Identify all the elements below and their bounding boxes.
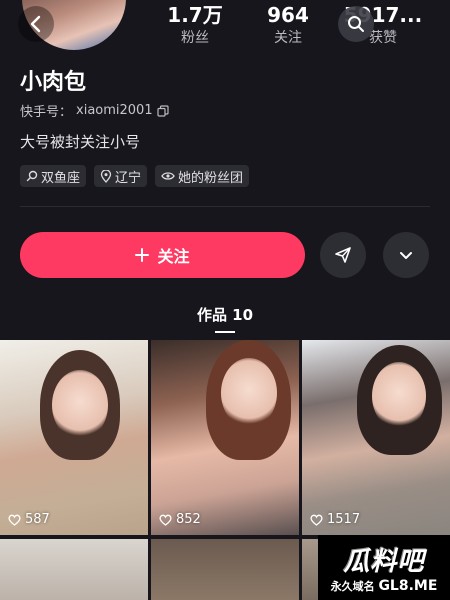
tab-works[interactable]: 作品 10 — [0, 304, 450, 325]
follow-button-label: 关注 — [157, 247, 190, 266]
video-thumbnail[interactable]: 587 — [0, 340, 148, 535]
video-likes-count: 852 — [176, 512, 201, 527]
tab-works-indicator — [215, 331, 235, 333]
watermark: 瓜料吧 永久域名 GL8.ME — [318, 535, 450, 600]
eye-icon — [161, 172, 175, 180]
watermark-domain: GL8.ME — [378, 578, 438, 594]
chevron-left-icon — [30, 15, 41, 33]
tag-location[interactable]: 辽宁 — [94, 165, 148, 187]
search-icon — [348, 16, 364, 32]
watermark-tagline: 永久域名 — [330, 580, 375, 593]
profile-tags: 双鱼座 辽宁 她的粉丝团 — [20, 165, 250, 187]
video-thumbnail[interactable]: 852 — [151, 340, 299, 535]
video-likes: 587 — [8, 512, 50, 527]
profile-name: 小肉包 — [20, 70, 87, 95]
search-button[interactable] — [338, 6, 374, 42]
video-thumbnail[interactable] — [0, 539, 148, 600]
video-likes-count: 587 — [25, 512, 50, 527]
user-id-row: 快手号： xiaomi2001 — [20, 101, 169, 120]
more-button[interactable] — [383, 232, 429, 278]
video-likes: 852 — [159, 512, 201, 527]
back-button[interactable] — [18, 6, 54, 42]
heart-icon — [310, 514, 323, 526]
video-likes-count: 1517 — [327, 512, 361, 527]
follow-button[interactable]: 关注 — [20, 232, 305, 278]
following-label: 关注 — [274, 30, 302, 46]
send-icon — [335, 247, 351, 263]
divider — [20, 206, 430, 207]
followers-stat[interactable]: 1.7万 粉丝 — [155, 2, 235, 48]
video-likes: 1517 — [310, 512, 360, 527]
tag-fan-club-text: 她的粉丝团 — [178, 170, 244, 186]
user-id-value: xiaomi2001 — [76, 103, 153, 118]
tag-location-text: 辽宁 — [115, 170, 142, 186]
user-id-label: 快手号： — [20, 105, 73, 120]
heart-icon — [159, 514, 172, 526]
search-icon — [26, 170, 38, 182]
video-thumbnail[interactable]: 1517 — [302, 340, 450, 535]
share-button[interactable] — [320, 232, 366, 278]
copy-icon[interactable] — [157, 104, 169, 117]
video-thumbnail[interactable] — [151, 539, 299, 600]
watermark-logo: 瓜料吧 — [343, 547, 425, 577]
chevron-down-icon — [400, 252, 412, 259]
followers-label: 粉丝 — [181, 30, 209, 46]
location-pin-icon — [100, 169, 112, 183]
following-count: 964 — [267, 3, 309, 27]
followers-count: 1.7万 — [167, 3, 223, 27]
plus-icon — [135, 248, 150, 262]
heart-icon — [8, 514, 21, 526]
following-stat[interactable]: 964 关注 — [248, 2, 328, 48]
tag-zodiac-text: 双鱼座 — [41, 170, 81, 186]
profile-bio: 大号被封关注小号 — [20, 133, 141, 151]
tag-zodiac[interactable]: 双鱼座 — [20, 165, 87, 187]
tag-fan-club[interactable]: 她的粉丝团 — [155, 165, 250, 187]
watermark-subtitle: 永久域名 GL8.ME — [331, 578, 438, 594]
